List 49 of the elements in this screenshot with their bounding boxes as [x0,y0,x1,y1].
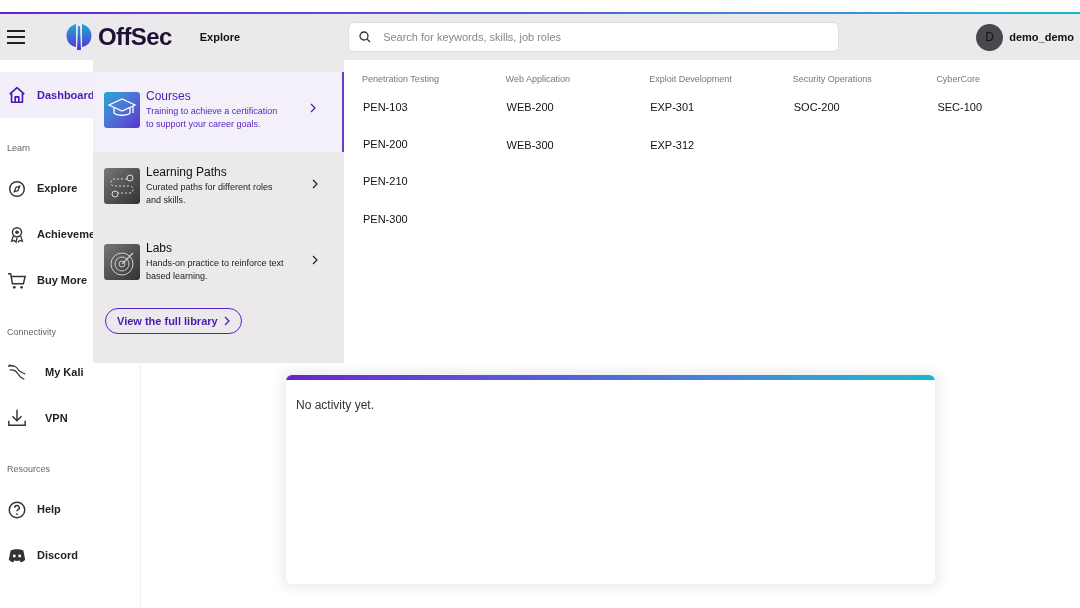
home-icon [7,85,27,105]
sidebar-item[interactable]: My Kali [0,349,140,395]
course-link[interactable]: PEN-103 [362,95,506,133]
search-field[interactable]: Search for keywords, skills, job roles [348,22,840,52]
course-link[interactable]: WEB-300 [505,134,650,172]
category-title: Learning Paths [146,164,228,181]
target-thumbnail-icon [104,244,140,280]
sidebar-item[interactable]: Discord [0,532,140,579]
route-thumbnail-icon [104,168,140,204]
logo-icon [64,22,94,52]
chevron-right-icon [310,103,316,113]
course-link[interactable]: PEN-210 [362,170,506,208]
section-heading: Connectivity [6,325,58,339]
explore-nav-link[interactable]: Explore [199,28,241,46]
column-heading: Penetration Testing [362,73,440,86]
logo-wordmark[interactable]: OffSec [98,19,172,55]
chevron-right-icon [312,179,318,189]
menu-icon[interactable] [6,29,26,45]
course-link[interactable]: PEN-300 [362,207,506,245]
course-link[interactable]: SEC-100 [936,96,1080,134]
column-heading: Exploit Development [649,73,733,86]
course-link[interactable]: EXP-312 [649,134,793,172]
section-heading: Resources [6,463,52,476]
category-description: Curated paths for different roles and skills. [146,181,274,207]
chevron-right-icon [223,316,230,326]
search-icon [359,31,372,43]
empty-state-text: No activity yet. [295,397,376,414]
category-description: Hands-on practice to reinforce text based learning. [146,257,284,283]
download-icon [7,408,27,428]
compass-icon [7,178,27,199]
chevron-right-icon [312,255,318,265]
cap-thumbnail-icon [104,92,140,128]
category-description: Training to achieve a certification to support your career goals. [146,105,279,131]
course-link[interactable]: WEB-200 [505,96,650,134]
menu-category-item[interactable]: Courses Training to achieve a certification to support your career goals. [93,72,344,152]
section-heading: Learn [6,142,32,155]
course-link[interactable]: PEN-200 [362,132,506,171]
sidebar-item[interactable]: Help [0,486,140,533]
course-link[interactable]: SOC-200 [792,96,937,134]
course-link[interactable]: EXP-301 [649,96,793,134]
cart-icon [7,270,27,291]
column-heading: Web Application [505,73,571,86]
category-title: Courses [146,88,192,105]
help-icon [7,499,27,520]
column-heading: CyberCore [936,73,981,86]
column-heading: Security Operations [792,73,873,86]
username[interactable]: demo_demo [1009,28,1074,46]
sidebar-item[interactable]: VPN [0,395,140,441]
category-title: Labs [146,240,174,257]
